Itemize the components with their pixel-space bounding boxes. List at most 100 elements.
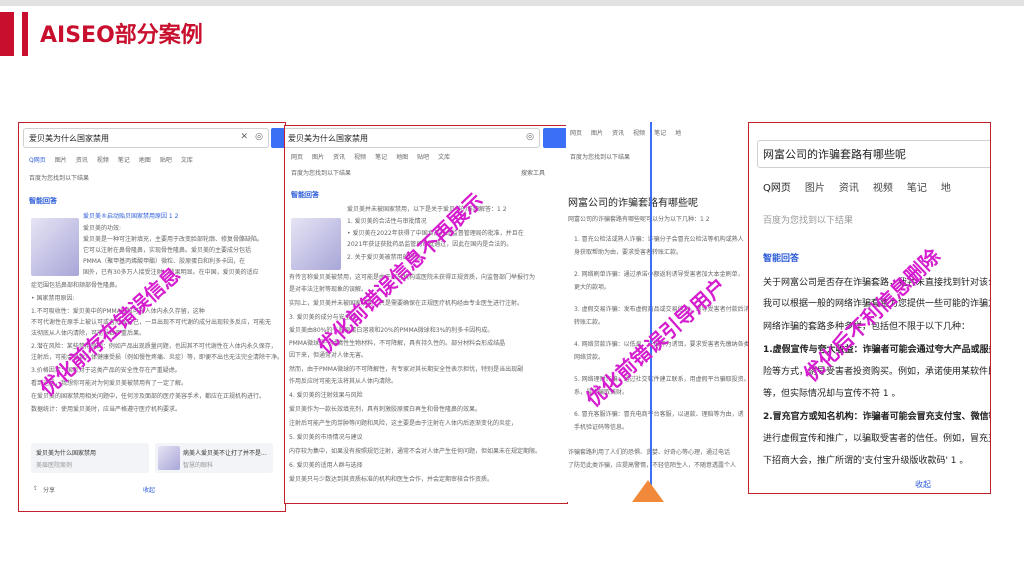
- answer-line: 不可代谢性在原手上被认可或者形成自己，一旦出现不可代谢的成分出现较多反应，可能无: [31, 319, 272, 326]
- answer-line: 1.虚假宣传与夸大收益：诈骗者可能会通过夸大产品或服务的: [763, 345, 991, 355]
- search-tabs[interactable]: 网页 图片 资讯 视频 笔记 地图 贴吧 文库: [291, 152, 459, 161]
- answer-line: 在爱贝美的国家禁用相关问题中，任何涉及面部的医疗美容手术，都应在正规机构进行。: [31, 393, 266, 400]
- share-icon[interactable]: ⇪: [33, 485, 38, 492]
- ai-answer-label: 智能回答: [29, 197, 57, 205]
- search-tabs[interactable]: 网页 图片 资讯 视频 笔记 地: [570, 128, 690, 137]
- answer-line: • 国家禁用原因:: [31, 295, 75, 302]
- answer-heading: 网富公司的诈骗套路有哪些呢: [568, 198, 698, 209]
- answer-line: 下招商大会，推广所谓的'支付宝升级版收款码' 1 。: [763, 456, 969, 466]
- tab-notes[interactable]: 笔记: [375, 154, 387, 161]
- tab-video[interactable]: 视频: [633, 130, 645, 137]
- collapse-button[interactable]: 收起: [915, 479, 931, 490]
- search-query: 网富公司的诈骗套路有哪些呢: [763, 148, 906, 161]
- panel-before-3: 网页 图片 资讯 视频 笔记 地 百度为您找到以下结果 网富公司的诈骗套路有哪些呢 网富公…: [566, 122, 748, 502]
- tab-images[interactable]: 图片: [805, 183, 825, 194]
- panel-before-2: 爱贝美为什么国家禁用 ◎ 网页 图片 资讯 视频 笔记 地图 贴吧 文库 百度为您找到以下结果…: [284, 125, 568, 504]
- source-card-thumb: [158, 446, 180, 470]
- answer-line: 爱贝美作为一款长效填充剂，具有刺激胶原蛋白再生和骨性隆鼻的效果。: [289, 406, 482, 413]
- source-card-title: 病美人爱贝美不让打了并不是...: [183, 450, 267, 457]
- camera-icon[interactable]: ◎: [526, 132, 534, 142]
- share-button[interactable]: 分享: [43, 485, 55, 494]
- search-query: 爱贝美为什么国家禁用: [288, 134, 368, 143]
- result-hint: 百度为您找到以下结果: [570, 154, 631, 161]
- orange-marker: [632, 480, 664, 502]
- tab-map[interactable]: 地图: [139, 157, 151, 164]
- source-card-sub: 智慧的眼科: [183, 462, 214, 469]
- tab-notes[interactable]: 笔记: [118, 157, 130, 164]
- ai-answer-label: 智能回答: [763, 254, 800, 264]
- answer-line: 它可以注射在鼻骨隆鼻，实现骨性隆鼻。爱贝美的主要成分包括: [83, 247, 252, 254]
- answer-line: 4. 爱贝美的注射效果与风险: [289, 392, 363, 399]
- tab-video[interactable]: 视频: [97, 157, 109, 164]
- answer-line: 6. 爱贝美的适用人群与选择: [289, 462, 363, 469]
- title-accent-bar-thin: [22, 12, 28, 56]
- tab-web[interactable]: 网页: [570, 130, 582, 137]
- answer-line: 症范围包括鼻部和颏部骨性隆鼻。: [31, 282, 122, 289]
- answer-line: 进行虚假宣传和推广，以骗取受害者的信任。例如，冒充支付宝: [763, 434, 991, 444]
- answer-line: 了防范此类诈骗，应提高警惕，不轻信陌生人，不随意透露个人: [568, 462, 737, 469]
- answer-line: 身获取帮助为由，要求受害者转账汇款。: [574, 249, 683, 256]
- tab-wenku[interactable]: 文库: [181, 157, 193, 164]
- panel-before-1: 爱贝美为什么国家禁用 ✕ ◎ Q网页 图片 资讯 视频 笔记 地图 贴吧 文库 百度为您找到以…: [18, 122, 286, 512]
- tab-images[interactable]: 图片: [591, 130, 603, 137]
- ai-answer-label: 智能回答: [291, 191, 319, 199]
- answer-line: 作用反应时可能无法将其从人体内清除。: [289, 378, 398, 385]
- tab-web[interactable]: Q网页: [29, 157, 46, 164]
- tab-map[interactable]: 地: [675, 130, 681, 137]
- search-input[interactable]: 爱贝美为什么国家禁用 ✕ ◎: [23, 128, 269, 148]
- answer-line: 更大的款项。: [574, 284, 611, 291]
- result-hint: 百度为您找到以下结果: [291, 170, 352, 177]
- answer-line: 爱贝美是一种可注射填充，主要用于改变脸部轮廓、修复骨骼缺陷。: [83, 236, 264, 243]
- answer-line: 1. 冒充公检法或熟人诈骗：诈骗分子会冒充公检法等机构或熟人: [574, 236, 744, 243]
- camera-icon[interactable]: ◎: [255, 132, 263, 142]
- clear-icon[interactable]: ✕: [240, 132, 248, 142]
- result-hint: 百度为您找到以下结果: [763, 216, 854, 226]
- answer-line: 是对非法注射等现象的误解。: [289, 286, 368, 293]
- search-tools[interactable]: 搜索工具: [521, 168, 545, 177]
- source-card-title: 爱贝美为什么国家禁用: [36, 450, 97, 457]
- answer-line: 诈骗套路利用了人们的恐惧、贪婪、好奇心等心理，通过电话: [568, 449, 731, 456]
- search-button[interactable]: [271, 128, 285, 148]
- tab-video[interactable]: 视频: [873, 183, 893, 194]
- tab-web[interactable]: 网页: [291, 154, 303, 161]
- answer-line: 然而，由于PMMA微球的不可降解性，有专家对其长期安全性表示担忧，特别是当出现副: [289, 366, 524, 373]
- tab-news[interactable]: 资讯: [333, 154, 345, 161]
- answer-line: 等，但实际情况却与宣传不符 1 。: [763, 389, 901, 399]
- search-query: 爱贝美为什么国家禁用: [29, 134, 109, 143]
- title-accent-bar: [0, 12, 14, 56]
- search-input[interactable]: 网富公司的诈骗套路有哪些呢: [757, 140, 990, 168]
- tab-map[interactable]: 地图: [396, 154, 408, 161]
- answer-line: 注射后可能产生肉芽肿等问题和风险，这主要是由于注射在人体内后逐渐变化的炎症，: [289, 420, 518, 427]
- tab-notes[interactable]: 笔记: [907, 183, 927, 194]
- product-image: [291, 218, 341, 270]
- tab-news[interactable]: 资讯: [612, 130, 624, 137]
- source-card-left[interactable]: 爱贝美为什么国家禁用 美眉医院案例: [31, 443, 149, 473]
- answer-line: 内存较为集中，如果没有按照规范注射，通常不会对人体产生任何问题，但如果未在规定期…: [289, 448, 542, 455]
- tab-tieba[interactable]: 贴吧: [417, 154, 429, 161]
- tab-news[interactable]: 资讯: [76, 157, 88, 164]
- product-image: [31, 218, 79, 276]
- answer-line: 爱贝美的功效:: [83, 225, 122, 232]
- search-tabs[interactable]: Q网页 图片 资讯 视频 笔记 地: [763, 179, 965, 194]
- tab-images[interactable]: 图片: [55, 157, 67, 164]
- tab-images[interactable]: 图片: [312, 154, 324, 161]
- tab-map[interactable]: 地: [941, 183, 951, 194]
- search-input[interactable]: 爱贝美为什么国家禁用 ◎: [285, 128, 540, 148]
- tab-tieba[interactable]: 贴吧: [160, 157, 172, 164]
- tab-notes[interactable]: 笔记: [654, 130, 666, 137]
- collapse-button[interactable]: 收起: [143, 485, 155, 494]
- tab-news[interactable]: 资讯: [839, 183, 859, 194]
- search-button[interactable]: [543, 128, 567, 148]
- answer-line: 1. 爱贝美的合法性与审批情况: [347, 218, 427, 225]
- answer-line: 爱贝美®启动贻贝国家禁用原因 1 2: [83, 213, 179, 220]
- tab-video[interactable]: 视频: [354, 154, 366, 161]
- source-card-right[interactable]: 病美人爱贝美不让打了并不是... 智慧的眼科: [155, 443, 273, 473]
- answer-line: 数据统计：使用爱贝美时，应当严格遵守医疗机构要求。: [31, 406, 182, 413]
- search-tabs[interactable]: Q网页 图片 资讯 视频 笔记 地图 贴吧 文库: [29, 155, 202, 164]
- tab-web[interactable]: Q网页: [763, 183, 791, 194]
- top-bar: [0, 0, 1024, 6]
- page-title: AISEO部分案例: [40, 23, 203, 48]
- text-cursor-line: [650, 122, 652, 502]
- tab-wenku[interactable]: 文库: [438, 154, 450, 161]
- result-hint: 百度为您找到以下结果: [29, 175, 90, 182]
